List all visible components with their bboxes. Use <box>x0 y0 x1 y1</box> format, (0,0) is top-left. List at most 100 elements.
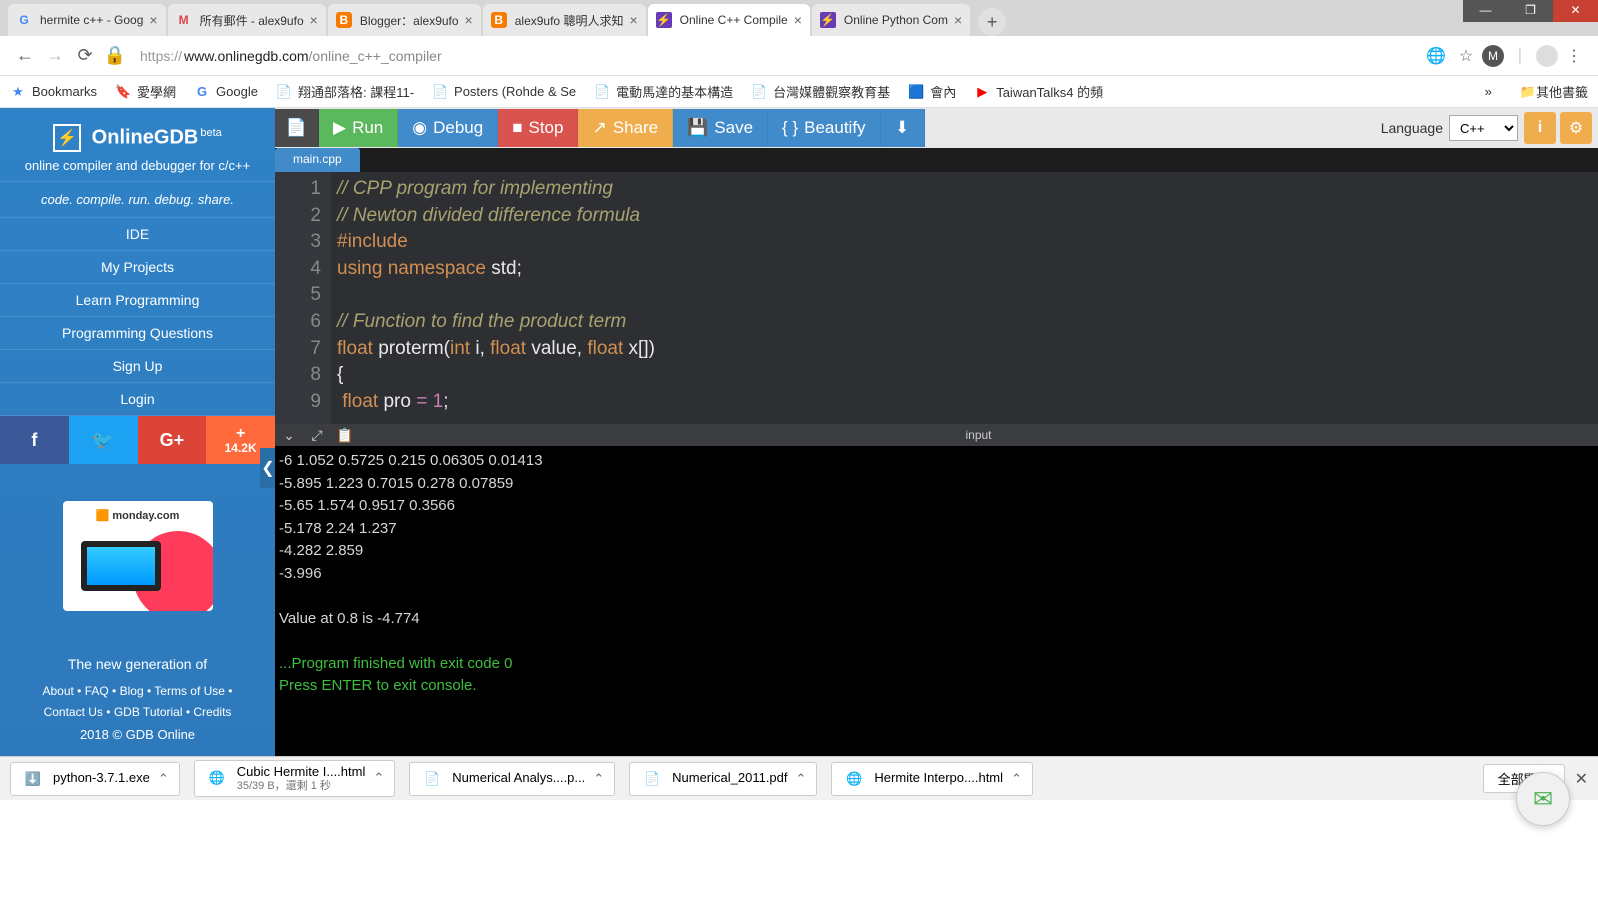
back-button[interactable]: ← <box>10 41 40 71</box>
bookmark-link[interactable]: GGoogle <box>194 84 258 100</box>
bookmarks-label[interactable]: ★ Bookmarks <box>10 84 97 100</box>
chevron-up-icon[interactable]: ⌃ <box>1011 771 1022 787</box>
twitter-share-button[interactable]: 🐦 <box>69 416 138 464</box>
bookmark-link[interactable]: 📄Posters (Rohde & Se <box>432 84 576 100</box>
reload-button[interactable]: ⟳ <box>70 41 100 71</box>
footer-link-tutorial[interactable]: GDB Tutorial <box>114 705 183 719</box>
menu-icon[interactable]: ⋮ <box>1560 42 1588 70</box>
site-lock-icon[interactable]: 🔒 <box>100 41 130 71</box>
chevron-up-icon[interactable]: ⌃ <box>796 771 807 787</box>
close-downloads-bar-button[interactable]: ✕ <box>1575 769 1588 789</box>
sidebar-item-ide[interactable]: IDE <box>0 218 275 251</box>
googleplus-share-button[interactable]: G+ <box>138 416 207 464</box>
sidebar-collapse-button[interactable]: ❮ <box>260 448 276 488</box>
chevron-up-icon[interactable]: ⌃ <box>158 771 169 787</box>
bookmark-link[interactable]: 📄翔通部落格: 課程11- <box>276 82 414 101</box>
close-icon[interactable]: × <box>954 12 962 28</box>
brand-tagline: code. compile. run. debug. share. <box>0 182 275 218</box>
ad-banner[interactable]: 🟧 monday.com <box>63 501 213 611</box>
new-tab-button[interactable]: + <box>978 8 1006 36</box>
footer-link-terms[interactable]: Terms of Use <box>154 684 225 698</box>
browser-tab-active[interactable]: ⚡ Online C++ Compile × <box>648 4 810 36</box>
sidebar-item-projects[interactable]: My Projects <box>0 251 275 284</box>
debug-button[interactable]: ◉ Debug <box>398 109 498 147</box>
chevron-up-icon[interactable]: ⌃ <box>373 770 384 786</box>
other-bookmarks-button[interactable]: 其他書籤 <box>1536 82 1588 101</box>
file-icon: 📄 <box>286 118 307 138</box>
bookmarks-overflow-button[interactable]: » <box>1485 84 1492 99</box>
close-icon[interactable]: × <box>465 12 473 28</box>
browser-tab[interactable]: G hermite c++ - Goog × <box>8 4 166 36</box>
save-button[interactable]: 💾 Save <box>673 109 768 147</box>
close-icon[interactable]: × <box>794 12 802 28</box>
settings-button[interactable]: ⚙ <box>1560 112 1592 144</box>
download-item[interactable]: 📄 Numerical Analys....p... ⌃ <box>409 762 615 796</box>
language-select[interactable]: C++ <box>1449 115 1518 141</box>
bookmark-link[interactable]: ▶TaiwanTalks4 的頻 <box>974 82 1103 101</box>
url-input[interactable]: https:// www.onlinegdb.com /online_c++_c… <box>140 42 1410 70</box>
download-item[interactable]: 🌐 Hermite Interpo....html ⌃ <box>831 762 1033 796</box>
chrome-file-icon: 🌐 <box>205 766 229 790</box>
favicon-blogger-icon: B <box>336 12 352 28</box>
browser-tab[interactable]: ⚡ Online Python Com × <box>812 4 970 36</box>
facebook-share-button[interactable]: f <box>0 416 69 464</box>
maximize-button[interactable]: ❐ <box>1508 0 1553 22</box>
beautify-button[interactable]: { } Beautify <box>768 109 881 147</box>
bookmark-star-icon[interactable]: ☆ <box>1452 42 1480 70</box>
favicon-bolt-icon: ⚡ <box>656 12 672 28</box>
copyright: 2018 © GDB Online <box>4 724 271 746</box>
minimize-button[interactable]: — <box>1463 0 1508 22</box>
console-copy-button[interactable]: 📋 <box>331 427 359 444</box>
sidebar-item-login[interactable]: Login <box>0 383 275 416</box>
console-collapse-button[interactable]: ⌄ <box>275 427 303 444</box>
chevron-up-icon[interactable]: ⌃ <box>593 771 604 787</box>
browser-tab[interactable]: M 所有郵件 - alex9ufo × <box>168 4 326 36</box>
close-icon[interactable]: × <box>629 12 637 28</box>
sidebar-item-questions[interactable]: Programming Questions <box>0 317 275 350</box>
browser-tab[interactable]: B Blogger：alex9ufo × <box>328 4 481 36</box>
console-output[interactable]: -6 1.052 0.5725 0.215 0.06305 0.01413-5.… <box>275 446 1598 756</box>
download-item[interactable]: 🌐 Cubic Hermite I....html 35/39 B，還剩 1 秒… <box>194 760 396 796</box>
run-button[interactable]: ▶ Run <box>319 109 398 147</box>
stop-button[interactable]: ■ Stop <box>498 109 578 147</box>
close-icon[interactable]: × <box>310 12 318 28</box>
info-button[interactable]: i <box>1524 112 1556 144</box>
close-window-button[interactable]: ✕ <box>1553 0 1598 22</box>
file-tab[interactable]: main.cpp <box>275 148 360 172</box>
record-icon: ◉ <box>412 118 427 138</box>
downloads-bar: ⬇️ python-3.7.1.exe ⌃ 🌐 Cubic Hermite I.… <box>0 756 1598 800</box>
ad-tagline: The new generation of <box>4 653 271 677</box>
bookmark-link[interactable]: 🔖愛學網 <box>115 82 176 101</box>
language-label: Language <box>1381 120 1443 136</box>
site-icon: 🔖 <box>115 84 131 100</box>
extension-icon[interactable]: M <box>1482 45 1504 67</box>
sidebar-item-learn[interactable]: Learn Programming <box>0 284 275 317</box>
console-label: input <box>359 428 1598 442</box>
download-button[interactable]: ⬇ <box>881 109 925 147</box>
bookmark-link[interactable]: 🟦會內 <box>908 82 956 101</box>
footer-link-faq[interactable]: FAQ <box>85 684 109 698</box>
profile-avatar-icon[interactable] <box>1536 45 1558 67</box>
bookmark-link[interactable]: 📄電動馬達的基本構造 <box>594 82 733 101</box>
footer-link-credits[interactable]: Credits <box>193 705 231 719</box>
console-expand-button[interactable]: ⤢ <box>303 427 331 444</box>
contact-fab-button[interactable]: ✉ <box>1516 772 1570 826</box>
chrome-file-icon: 🌐 <box>842 767 866 791</box>
download-item[interactable]: ⬇️ python-3.7.1.exe ⌃ <box>10 762 180 796</box>
footer-link-blog[interactable]: Blog <box>120 684 144 698</box>
footer-link-about[interactable]: About <box>42 684 73 698</box>
footer-link-contact[interactable]: Contact Us <box>44 705 103 719</box>
editor-area: 📄 ▶ Run ◉ Debug ■ Stop ↗ Share 💾 Save <box>275 108 1598 756</box>
forward-button[interactable]: → <box>40 41 70 71</box>
sidebar-item-signup[interactable]: Sign Up <box>0 350 275 383</box>
console-header: ⌄ ⤢ 📋 input <box>275 424 1598 446</box>
new-file-button[interactable]: 📄 <box>275 109 319 147</box>
code-editor[interactable]: 123456789 // CPP program for implementin… <box>275 172 1598 424</box>
code-content[interactable]: // CPP program for implementing// Newton… <box>331 172 655 424</box>
bookmark-link[interactable]: 📄台灣媒體觀察教育基 <box>751 82 890 101</box>
translate-icon[interactable]: 🌐 <box>1422 42 1450 70</box>
browser-tab[interactable]: B alex9ufo 聰明人求知 × <box>483 4 646 36</box>
close-icon[interactable]: × <box>149 12 157 28</box>
download-item[interactable]: 📄 Numerical_2011.pdf ⌃ <box>629 762 817 796</box>
share-button[interactable]: ↗ Share <box>578 109 673 147</box>
